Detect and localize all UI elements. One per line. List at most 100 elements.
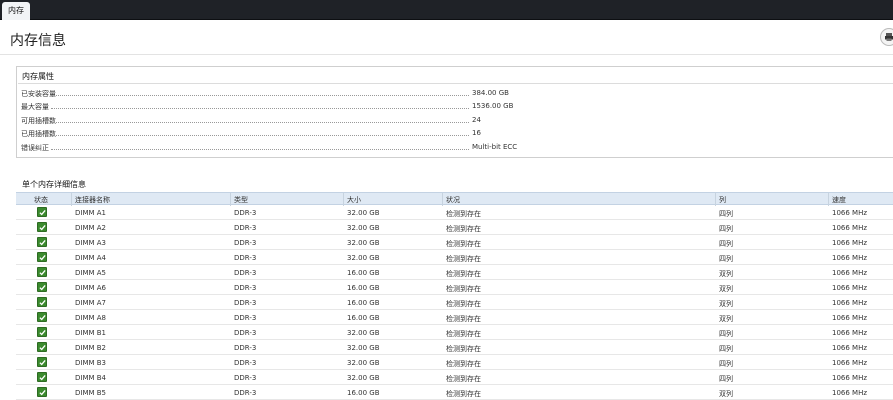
connector-name-cell: DIMM B3: [75, 359, 107, 367]
check-ok-icon: [37, 207, 47, 217]
page-title: 内存信息: [10, 33, 66, 49]
type-cell: DDR-3: [234, 284, 257, 292]
speed-cell: 1066 MHz: [832, 209, 868, 217]
column-header-size[interactable]: 大小: [347, 195, 361, 205]
tab-memory[interactable]: 内存: [2, 2, 30, 20]
memory-details-table: 状态 连接器名称 类型 大小 状况 列 速度 DIMM A1 DDR-3 32.00…: [16, 192, 893, 400]
rank-cell: 双列: [719, 300, 733, 308]
size-cell: 32.00 GB: [347, 359, 380, 367]
speed-cell: 1066 MHz: [832, 299, 868, 307]
speed-cell: 1066 MHz: [832, 359, 868, 367]
column-header-name[interactable]: 连接器名称: [75, 195, 110, 205]
state-cell: 检测到存在: [446, 315, 481, 323]
property-row: 错误纠正 Multi-bit ECC: [21, 141, 893, 154]
size-cell: 32.00 GB: [347, 374, 380, 382]
property-value: 384.00 GB: [472, 89, 509, 97]
rank-cell: 双列: [719, 315, 733, 323]
memory-properties-title: 内存属性: [22, 72, 54, 81]
speed-cell: 1066 MHz: [832, 314, 868, 322]
connector-name-cell: DIMM A4: [75, 254, 107, 262]
property-leader: [51, 135, 469, 136]
type-cell: DDR-3: [234, 209, 257, 217]
check-ok-icon: [37, 312, 47, 322]
properties-divider: [18, 83, 893, 84]
connector-name-cell: DIMM A8: [75, 314, 107, 322]
check-ok-icon: [37, 342, 47, 352]
type-cell: DDR-3: [234, 344, 257, 352]
type-cell: DDR-3: [234, 329, 257, 337]
memory-details-title: 单个内存详细信息: [22, 180, 86, 189]
property-value: 1536.00 GB: [472, 102, 514, 110]
check-ok-icon: [37, 387, 47, 397]
property-leader: [51, 108, 469, 109]
type-cell: DDR-3: [234, 254, 257, 262]
column-header-state[interactable]: 状况: [446, 195, 460, 205]
property-row: 可用插槽数 24: [21, 114, 893, 127]
speed-cell: 1066 MHz: [832, 269, 868, 277]
check-ok-icon: [37, 297, 47, 307]
type-cell: DDR-3: [234, 299, 257, 307]
type-cell: DDR-3: [234, 224, 257, 232]
state-cell: 检测到存在: [446, 210, 481, 218]
size-cell: 32.00 GB: [347, 254, 380, 262]
state-cell: 检测到存在: [446, 240, 481, 248]
print-button[interactable]: [880, 28, 893, 46]
table-row: DIMM B5 DDR-3 16.00 GB 检测到存在 双列 1066 MHz: [16, 385, 893, 400]
column-header-rank[interactable]: 列: [719, 195, 726, 205]
property-label: 错误纠正: [21, 144, 49, 152]
type-cell: DDR-3: [234, 269, 257, 277]
property-value: 16: [472, 129, 481, 137]
property-label: 最大容量: [21, 103, 49, 111]
size-cell: 32.00 GB: [347, 209, 380, 217]
state-cell: 检测到存在: [446, 375, 481, 383]
table-row: DIMM A2 DDR-3 32.00 GB 检测到存在 四列 1066 MHz: [16, 220, 893, 235]
column-header-speed[interactable]: 速度: [832, 195, 846, 205]
check-ok-icon: [37, 237, 47, 247]
table-header: 状态 连接器名称 类型 大小 状况 列 速度: [16, 192, 893, 206]
size-cell: 16.00 GB: [347, 299, 380, 307]
state-cell: 检测到存在: [446, 345, 481, 353]
size-cell: 32.00 GB: [347, 344, 380, 352]
check-ok-icon: [37, 327, 47, 337]
property-value: 24: [472, 116, 481, 124]
rank-cell: 四列: [719, 330, 733, 338]
size-cell: 32.00 GB: [347, 329, 380, 337]
state-cell: 检测到存在: [446, 285, 481, 293]
connector-name-cell: DIMM A6: [75, 284, 107, 292]
connector-name-cell: DIMM B1: [75, 329, 107, 337]
type-cell: DDR-3: [234, 314, 257, 322]
check-ok-icon: [37, 252, 47, 262]
size-cell: 16.00 GB: [347, 314, 380, 322]
table-row: DIMM B2 DDR-3 32.00 GB 检测到存在 四列 1066 MHz: [16, 340, 893, 355]
connector-name-cell: DIMM B2: [75, 344, 107, 352]
speed-cell: 1066 MHz: [832, 239, 868, 247]
type-cell: DDR-3: [234, 389, 257, 397]
state-cell: 检测到存在: [446, 300, 481, 308]
connector-name-cell: DIMM A5: [75, 269, 107, 277]
size-cell: 32.00 GB: [347, 239, 380, 247]
column-header-status[interactable]: 状态: [34, 195, 48, 205]
speed-cell: 1066 MHz: [832, 224, 868, 232]
table-row: DIMM A7 DDR-3 16.00 GB 检测到存在 双列 1066 MHz: [16, 295, 893, 310]
check-ok-icon: [37, 357, 47, 367]
property-row: 已安装容量 384.00 GB: [21, 87, 893, 100]
rank-cell: 四列: [719, 225, 733, 233]
top-navigation-bar: 内存: [0, 0, 893, 20]
table-row: DIMM A3 DDR-3 32.00 GB 检测到存在 四列 1066 MHz: [16, 235, 893, 250]
title-separator: [0, 54, 893, 55]
speed-cell: 1066 MHz: [832, 284, 868, 292]
property-row: 最大容量 1536.00 GB: [21, 100, 893, 113]
property-row: 已用插槽数 16: [21, 127, 893, 140]
table-row: DIMM A5 DDR-3 16.00 GB 检测到存在 双列 1066 MHz: [16, 265, 893, 280]
property-label: 可用插槽数: [21, 117, 56, 125]
state-cell: 检测到存在: [446, 330, 481, 338]
rank-cell: 双列: [719, 390, 733, 398]
rank-cell: 四列: [719, 240, 733, 248]
rank-cell: 四列: [719, 210, 733, 218]
property-leader: [51, 122, 469, 123]
table-body: DIMM A1 DDR-3 32.00 GB 检测到存在 四列 1066 MHz DIMM …: [16, 205, 893, 400]
column-header-type[interactable]: 类型: [234, 195, 248, 205]
rank-cell: 四列: [719, 360, 733, 368]
speed-cell: 1066 MHz: [832, 344, 868, 352]
type-cell: DDR-3: [234, 374, 257, 382]
